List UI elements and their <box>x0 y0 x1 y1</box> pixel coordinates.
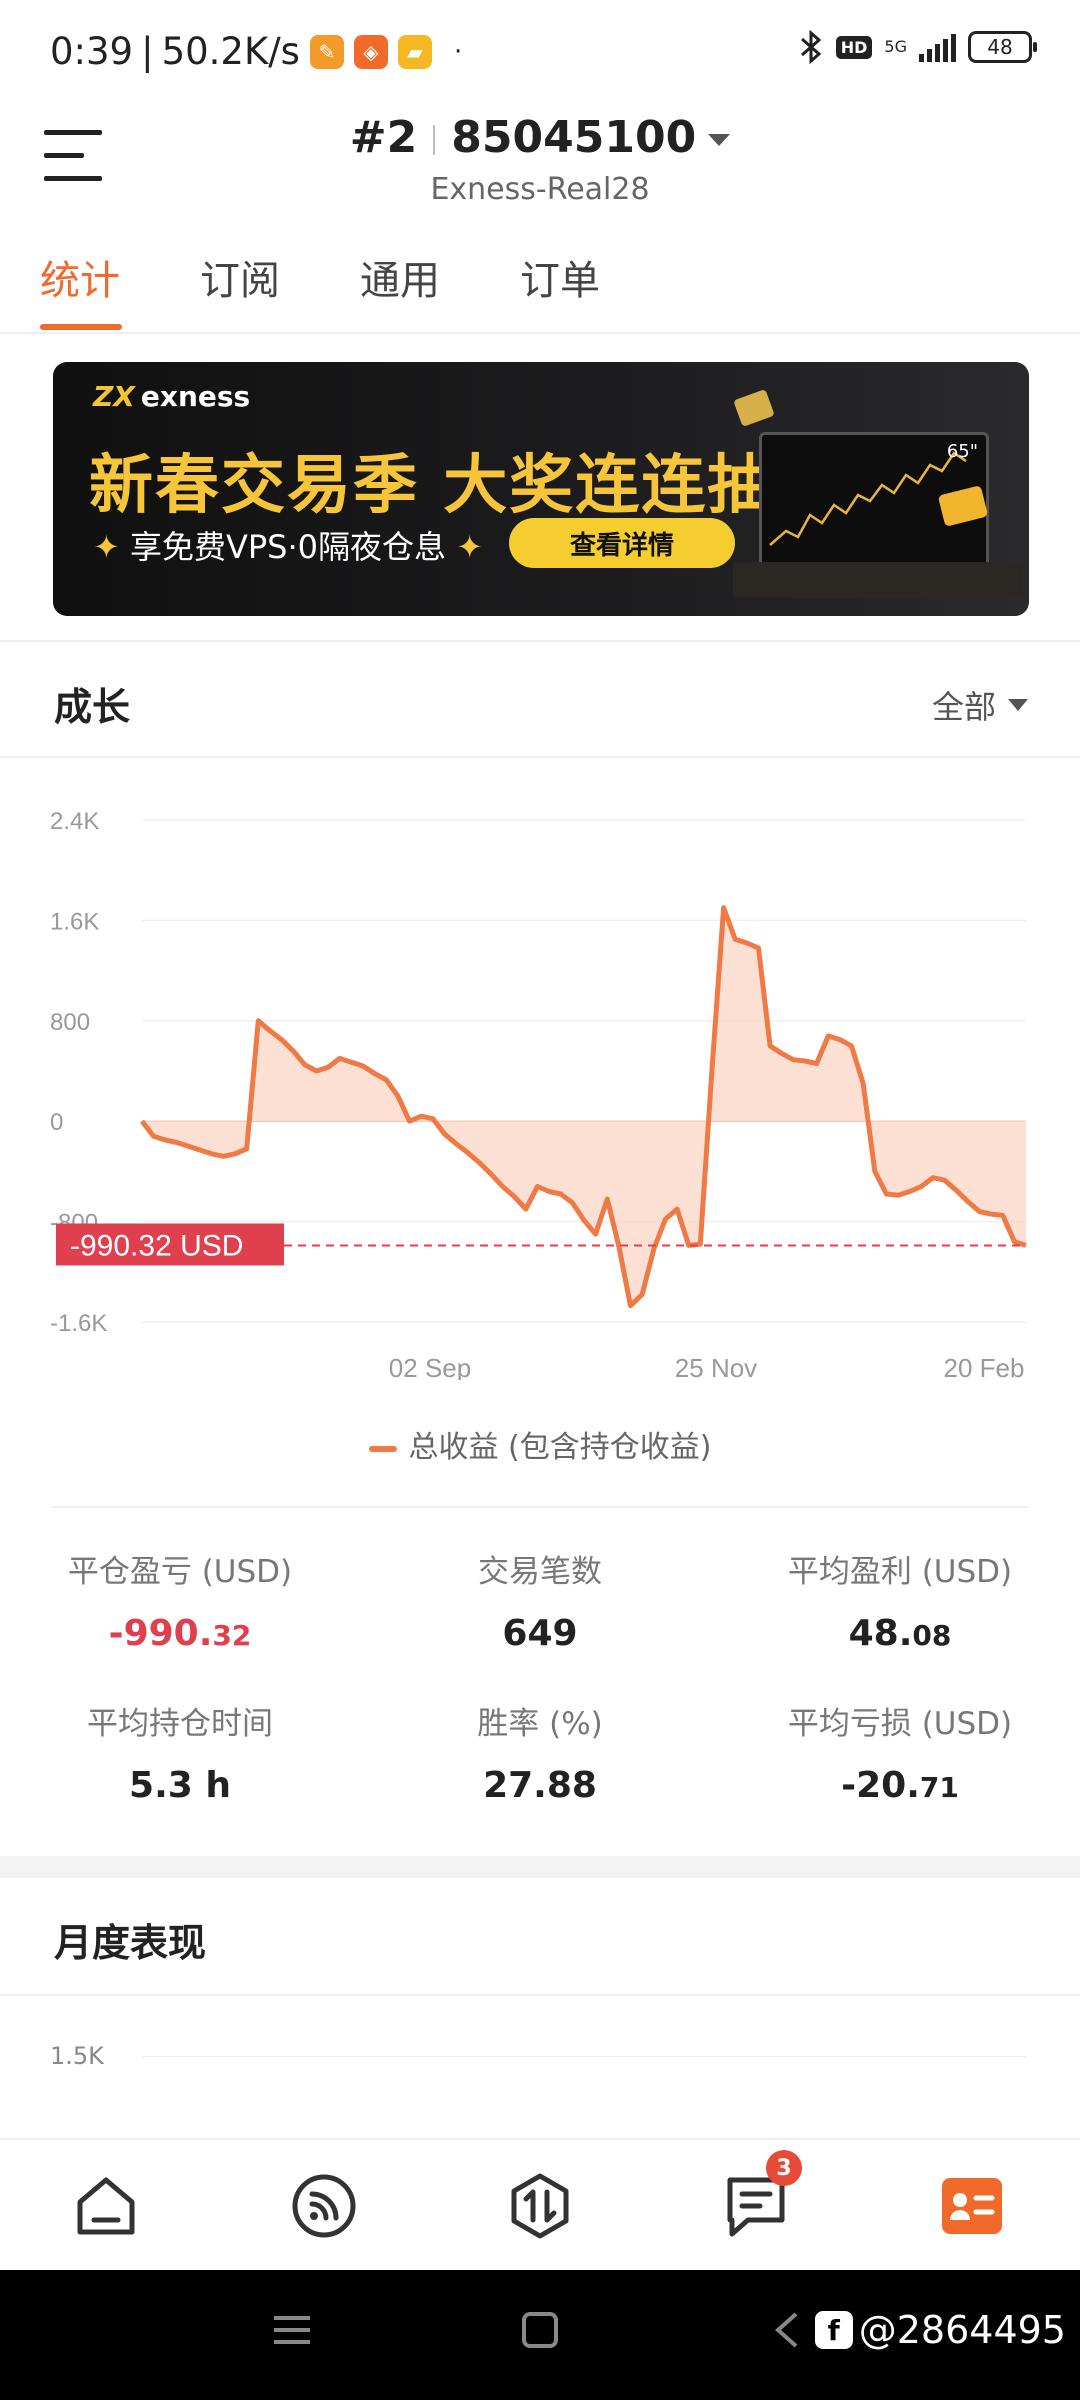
monthly-gridline <box>142 2056 1026 2057</box>
app-notification-icon-3: ▰ <box>397 34 432 69</box>
section-separator <box>0 1856 1080 1878</box>
home-icon[interactable] <box>72 2172 140 2240</box>
growth-range-filter[interactable]: 全部 <box>932 682 1028 728</box>
status-left: 0:39 | 50.2K/s ✎ ◈ ▰ · <box>50 30 462 73</box>
tab-bar: 统计 订阅 通用 订单 <box>0 248 1080 334</box>
system-nav-bar: f @2864495 <box>0 2270 1080 2400</box>
exness-logo: ZX exness <box>93 380 251 413</box>
profile-icon[interactable] <box>938 2172 1006 2240</box>
banner-subline: ✦ 享免费VPS·0隔夜仓息 ✦ <box>93 528 484 566</box>
chevron-down-icon <box>708 134 731 146</box>
banner-headline: 新春交易季 大奖连连抽 <box>89 449 774 523</box>
tv-size-label: 65" <box>946 441 978 462</box>
tab-subscriptions[interactable]: 订阅 <box>200 248 280 306</box>
tv-stand-illustration <box>733 562 1023 598</box>
promo-banner[interactable]: ZX exness 新春交易季 大奖连连抽 ✦ 享免费VPS·0隔夜仓息 ✦ 查看… <box>53 362 1029 616</box>
chevron-down-icon <box>1008 699 1028 711</box>
battery-level: 48 <box>987 35 1013 59</box>
divider <box>0 1994 1080 1996</box>
y-tick-label: 2.4K <box>50 808 99 835</box>
tab-statistics[interactable]: 统计 <box>40 248 120 306</box>
account-selector[interactable]: #2 85045100 <box>0 112 1080 163</box>
tab-general[interactable]: 通用 <box>360 248 440 306</box>
stat-avg-profit: 平均盈利 (USD) 48.08 <box>787 1554 1013 1654</box>
battery-icon: 48 <box>968 31 1037 63</box>
status-divider: | <box>141 30 154 73</box>
monthly-y-tick: 1.5K <box>50 2042 104 2070</box>
status-bar: 0:39 | 50.2K/s ✎ ◈ ▰ · HD 5G 48 <box>0 0 1080 100</box>
legend-swatch <box>368 1445 397 1452</box>
status-right: HD 5G 48 <box>798 30 1037 64</box>
y-tick-label: 0 <box>50 1109 63 1136</box>
account-id: 85045100 <box>451 112 697 163</box>
bottom-nav <box>0 2138 1080 2270</box>
active-tab-indicator <box>40 324 122 330</box>
y-tick-label: 1.6K <box>50 908 99 935</box>
chart-legend: 总收益 (包含持仓收益) <box>0 1422 1080 1466</box>
status-time: 0:39 <box>50 30 134 73</box>
back-icon[interactable] <box>772 2310 802 2350</box>
x-tick-label: 20 Feb <box>944 1353 1025 1380</box>
divider <box>0 756 1080 758</box>
recent-apps-icon[interactable] <box>272 2310 312 2350</box>
status-speed: 50.2K/s <box>161 30 300 73</box>
app-notification-icon-1: ✎ <box>309 34 344 69</box>
stat-avg-loss: 平均亏损 (USD) -20.71 <box>787 1706 1013 1806</box>
status-more-dot: · <box>453 36 463 67</box>
signal-icon <box>919 32 956 62</box>
hd-badge: HD <box>835 35 873 59</box>
banner-details-button[interactable]: 查看详情 <box>509 518 735 568</box>
stat-win-rate: 胜率 (%) 27.88 <box>477 1706 603 1806</box>
stat-trade-count: 交易笔数 649 <box>478 1554 602 1654</box>
trade-icon[interactable] <box>506 2172 574 2240</box>
x-tick-label: 25 Nov <box>675 1353 757 1380</box>
network-type: 5G <box>884 37 907 56</box>
y-tick-label: 800 <box>50 1009 90 1036</box>
account-server: Exness-Real28 <box>430 172 650 207</box>
monthly-section-title: 月度表现 <box>54 1921 207 1965</box>
divider <box>0 640 1080 642</box>
watermark-logo-icon: f <box>814 2311 853 2349</box>
growth-section-title: 成长 <box>54 685 131 729</box>
messages-badge: 3 <box>766 2150 802 2186</box>
y-tick-label: -1.6K <box>50 1310 107 1337</box>
stat-closed-pnl: 平仓盈亏 (USD) -990.32 <box>67 1554 293 1654</box>
gift-icon <box>733 389 775 427</box>
watermark: f @2864495 <box>814 2308 1066 2352</box>
home-button-icon[interactable] <box>520 2310 560 2350</box>
feed-icon[interactable] <box>290 2172 358 2240</box>
bluetooth-icon <box>800 30 822 64</box>
stat-avg-hold-time: 平均持仓时间 5.3 h <box>87 1706 273 1806</box>
divider <box>52 1506 1028 1508</box>
x-tick-label: 02 Sep <box>389 1353 471 1380</box>
account-number: #2 <box>349 112 418 163</box>
current-value-label: -990.32 USD <box>70 1229 243 1262</box>
tab-orders[interactable]: 订单 <box>520 248 600 306</box>
growth-chart: 2.4K1.6K8000-800-1.6K-990.32 USD02 Sep 25… <box>50 808 1027 1380</box>
app-notification-icon-2: ◈ <box>353 34 388 69</box>
